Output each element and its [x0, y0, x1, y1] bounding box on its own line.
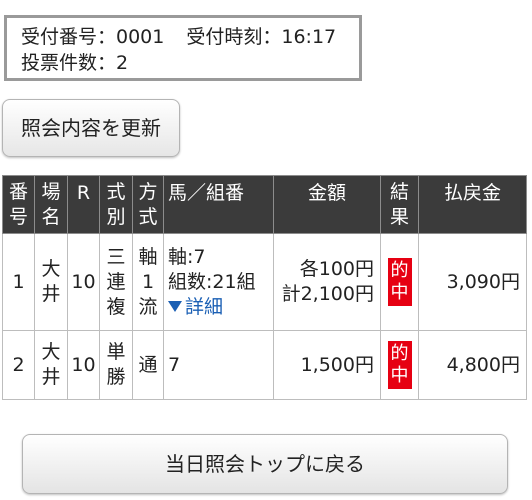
- table-row: 2 大井 10 単勝 通 7 1,500円 的中 4,800円: [2, 330, 527, 400]
- cell-bet-type: 三連複: [99, 233, 133, 331]
- detail-link-label: 詳細: [185, 295, 224, 318]
- header-amount: 金額: [273, 175, 381, 234]
- cell-method: 通: [132, 330, 164, 400]
- bet-inquiry-page: 受付番号：0001 受付時刻：16:17 投票件数：2 照会内容を更新 番号 場名…: [0, 0, 532, 500]
- header-number: 番号: [2, 175, 35, 234]
- amount-each: 各100円: [299, 258, 374, 280]
- detail-toggle-link[interactable]: 詳細: [168, 295, 273, 320]
- header-bet-type: 式別: [99, 175, 133, 234]
- header-venue: 場名: [34, 175, 68, 234]
- header-combination: 馬／組番: [163, 175, 274, 234]
- receipt-number: 受付番号：0001: [21, 26, 165, 48]
- header-result: 結果: [380, 175, 419, 234]
- cell-method: 軸1流: [132, 233, 164, 331]
- header-race: R: [67, 175, 100, 234]
- receipt-info-row-1: 受付番号：0001 受付時刻：16:17: [21, 24, 359, 50]
- cell-payout: 4,800円: [418, 330, 527, 400]
- header-payout: 払戻金: [418, 175, 527, 234]
- bet-results-table: 番号 場名 R 式別 方式 馬／組番 金額 結果 払戻金 1 大井 10 三連複…: [2, 175, 527, 400]
- hit-badge: 的中: [387, 258, 412, 306]
- cell-venue: 大井: [34, 330, 68, 400]
- cell-result: 的中: [380, 233, 419, 331]
- refresh-inquiry-button[interactable]: 照会内容を更新: [2, 99, 180, 157]
- receipt-info-row-2: 投票件数：2: [21, 50, 359, 76]
- hit-badge: 的中: [387, 341, 412, 389]
- triangle-down-icon: [168, 300, 182, 312]
- cell-result: 的中: [380, 330, 419, 400]
- ticket-count: 投票件数：2: [21, 52, 129, 74]
- header-method: 方式: [132, 175, 164, 234]
- cell-combination: 7: [163, 330, 274, 400]
- combo-count: 組数:21組: [168, 270, 256, 293]
- cell-combination: 軸:7 組数:21組 詳細: [163, 233, 274, 331]
- receipt-time: 受付時刻：16:17: [186, 26, 337, 48]
- amount-total: 計2,100円: [281, 283, 374, 305]
- table-row: 1 大井 10 三連複 軸1流 軸:7 組数:21組 詳細 各100円 計2,1…: [2, 233, 527, 331]
- cell-bet-type: 単勝: [99, 330, 133, 400]
- receipt-info-box: 受付番号：0001 受付時刻：16:17 投票件数：2: [4, 15, 362, 81]
- table-header-row: 番号 場名 R 式別 方式 馬／組番 金額 結果 払戻金: [2, 175, 527, 234]
- cell-amount: 各100円 計2,100円: [273, 233, 381, 331]
- cell-amount: 1,500円: [273, 330, 381, 400]
- cell-number: 1: [2, 233, 35, 331]
- combo-axis: 軸:7: [168, 245, 206, 268]
- cell-venue: 大井: [34, 233, 68, 331]
- back-to-top-button[interactable]: 当日照会トップに戻る: [22, 434, 508, 494]
- cell-race: 10: [67, 330, 100, 400]
- cell-race: 10: [67, 233, 100, 331]
- cell-payout: 3,090円: [418, 233, 527, 331]
- cell-number: 2: [2, 330, 35, 400]
